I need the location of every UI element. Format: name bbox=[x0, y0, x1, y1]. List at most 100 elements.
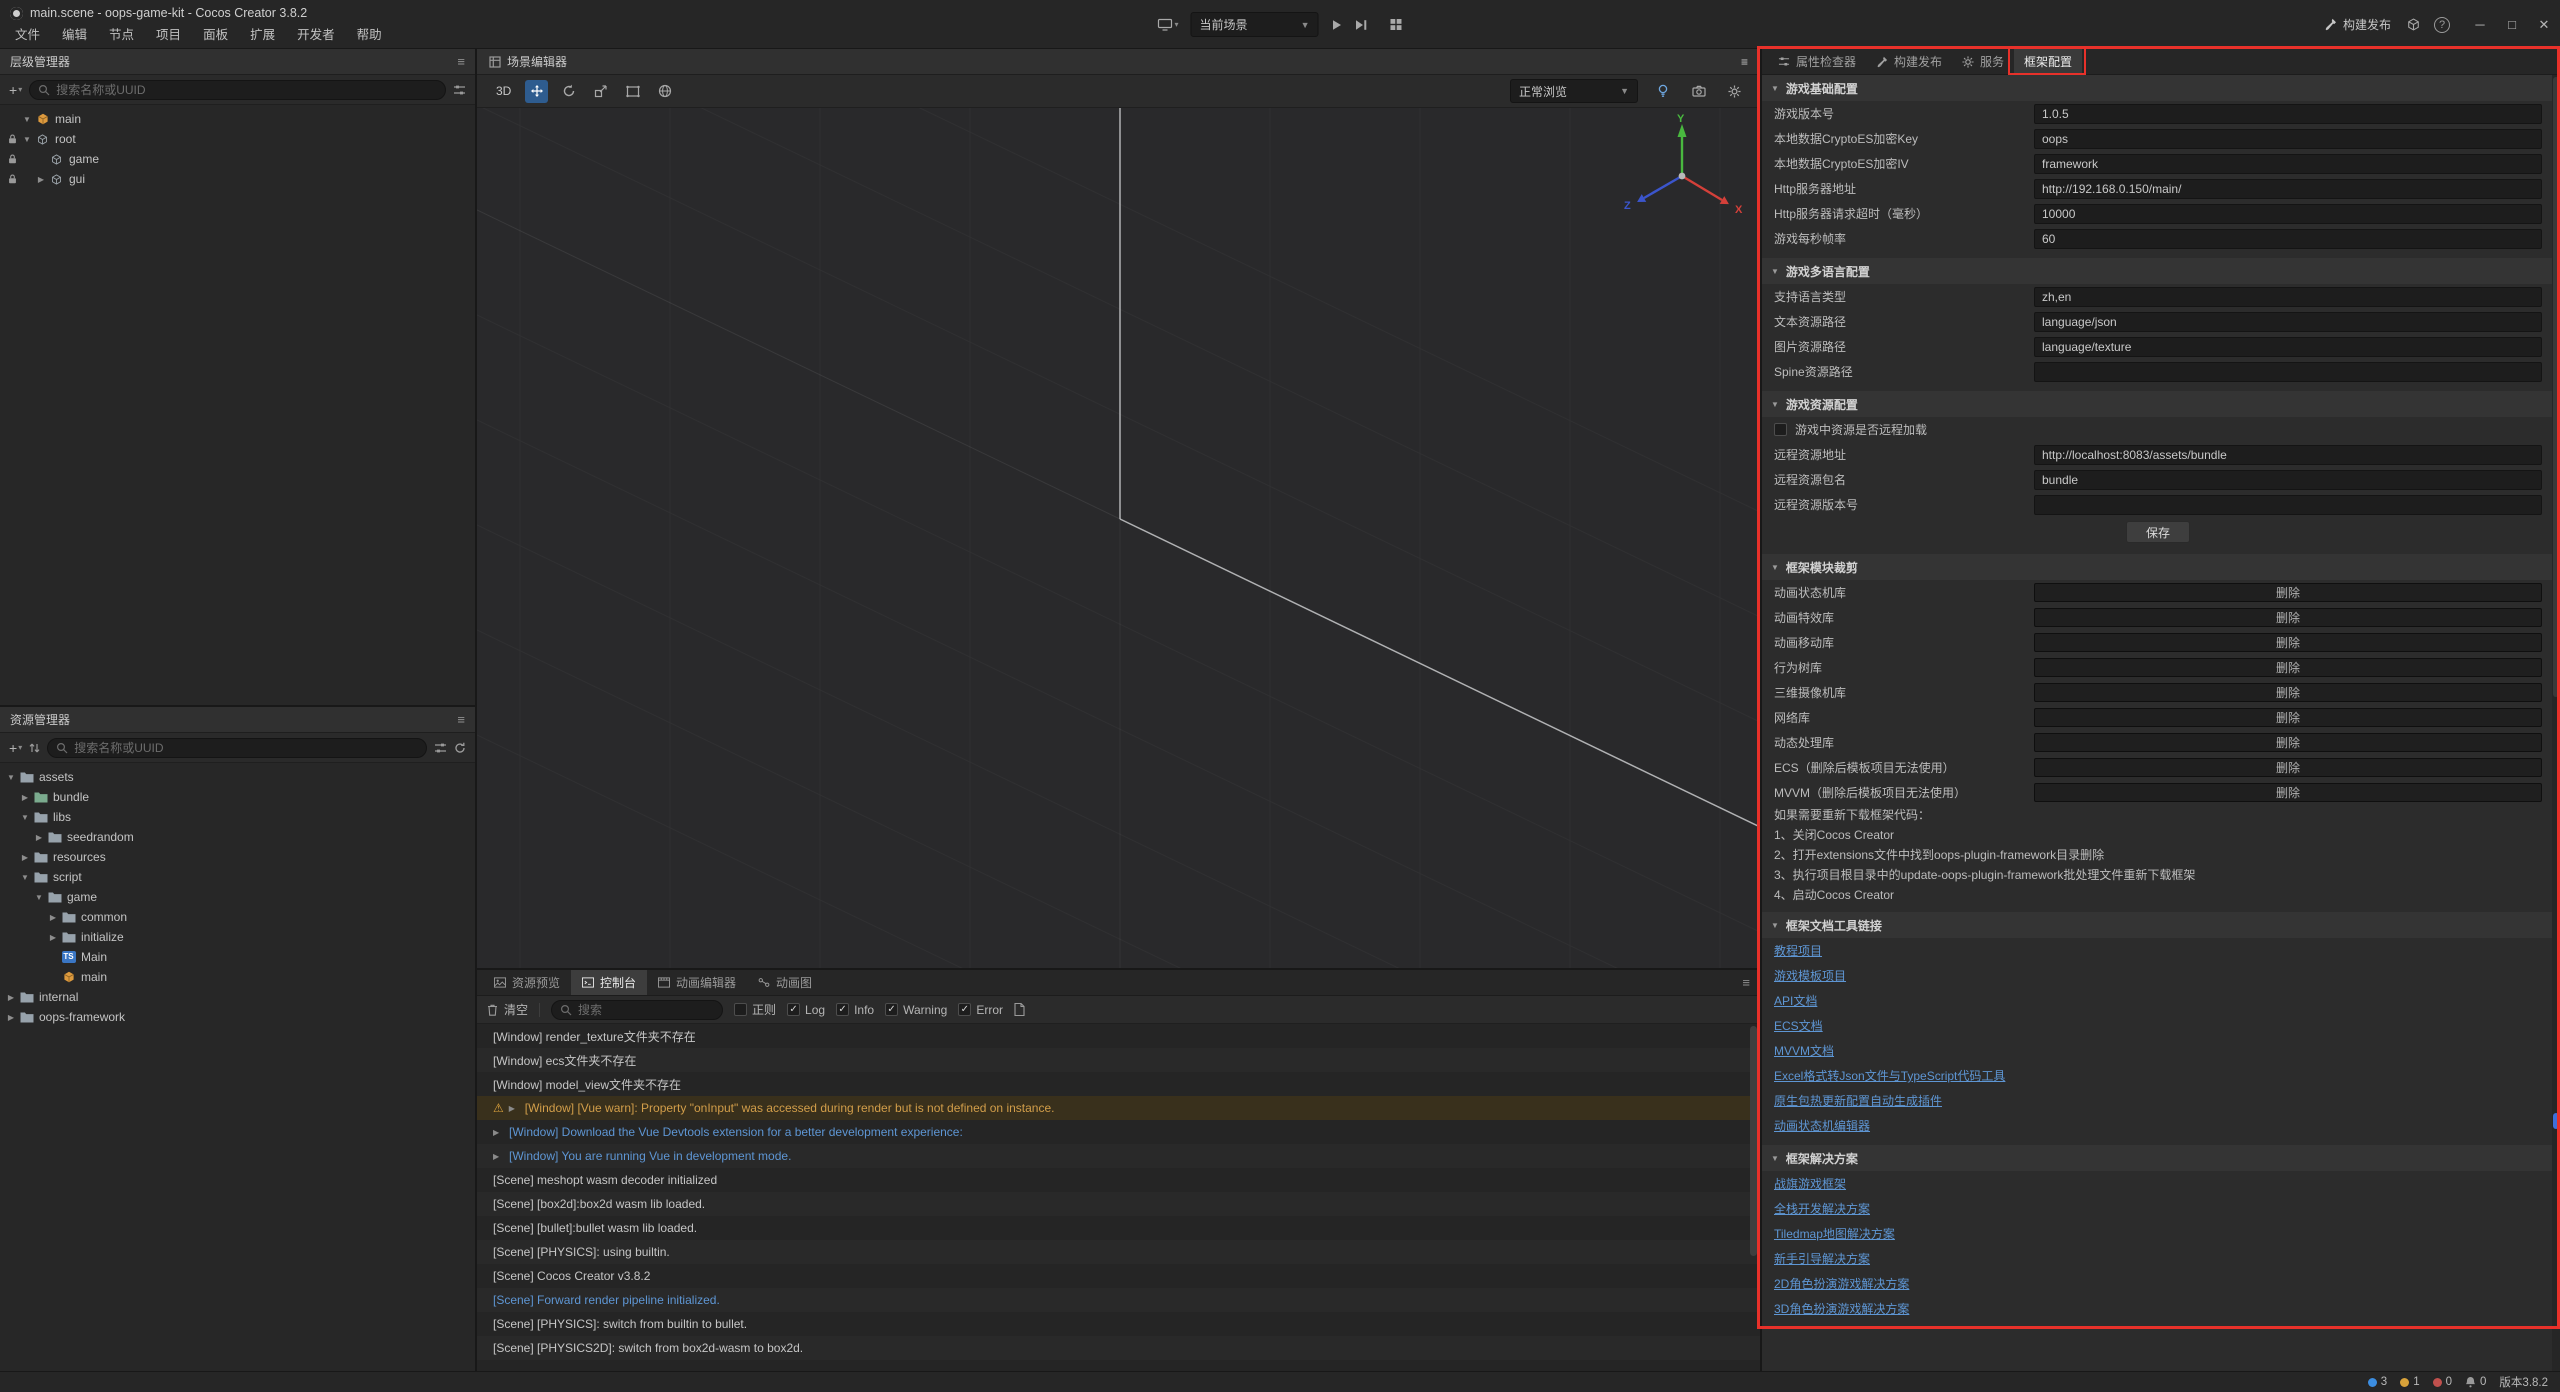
tree-row[interactable]: ▶gui bbox=[0, 169, 475, 189]
expand-arrow-icon[interactable]: ▼ bbox=[20, 135, 34, 144]
inspector-tab-0[interactable]: 属性检查器 bbox=[1768, 49, 1866, 74]
maximize-button[interactable]: □ bbox=[2496, 0, 2528, 49]
property-input[interactable] bbox=[2034, 470, 2542, 490]
section-header[interactable]: ▼框架解决方案 bbox=[1762, 1145, 2554, 1171]
log-row[interactable]: [Scene] [bullet]:bullet wasm lib loaded. bbox=[477, 1216, 1760, 1240]
gizmo-settings-button[interactable] bbox=[1723, 80, 1746, 103]
close-button[interactable]: ✕ bbox=[2528, 0, 2560, 49]
tree-row[interactable]: ▶initialize bbox=[0, 927, 475, 947]
expand-arrow-icon[interactable]: ▶ bbox=[4, 993, 18, 1002]
delete-module-button[interactable]: 删除 bbox=[2034, 683, 2542, 702]
create-asset-button[interactable]: +▾ bbox=[9, 740, 22, 756]
assets-search[interactable] bbox=[47, 738, 427, 758]
property-input[interactable] bbox=[2034, 362, 2542, 382]
menu-item-1[interactable]: 编辑 bbox=[51, 24, 98, 48]
section-header[interactable]: ▼游戏资源配置 bbox=[1762, 391, 2554, 417]
property-input[interactable] bbox=[2034, 129, 2542, 149]
axis-gizmo[interactable]: Y X Z bbox=[1607, 112, 1757, 232]
scrollbar-thumb[interactable] bbox=[2553, 77, 2559, 697]
expand-arrow-icon[interactable]: ▶ bbox=[34, 175, 48, 184]
tree-row[interactable]: ▼script bbox=[0, 867, 475, 887]
rotate-tool-button[interactable] bbox=[557, 80, 580, 103]
console-search-input[interactable] bbox=[578, 1003, 714, 1017]
doc-link[interactable]: 教程项目 bbox=[1774, 942, 1822, 959]
tree-row[interactable]: TSMain bbox=[0, 947, 475, 967]
log-row[interactable]: [Scene] [PHYSICS]: switch from builtin t… bbox=[477, 1312, 1760, 1336]
clear-console-button[interactable]: 清空 bbox=[487, 1001, 528, 1018]
expand-arrow-icon[interactable]: ▶ bbox=[18, 793, 32, 802]
doc-link[interactable]: ECS文档 bbox=[1774, 1017, 1823, 1034]
layout-grid-button[interactable] bbox=[1390, 18, 1403, 31]
doc-link[interactable]: 3D角色扮演游戏解决方案 bbox=[1774, 1300, 1909, 1317]
delete-module-button[interactable]: 删除 bbox=[2034, 658, 2542, 677]
doc-link[interactable]: Excel格式转Json文件与TypeScript代码工具 bbox=[1774, 1067, 2005, 1084]
expand-arrow-icon[interactable]: ▶ bbox=[18, 853, 32, 862]
scene-selector-dropdown[interactable]: 当前场景 ▼ bbox=[1191, 12, 1319, 37]
property-input[interactable] bbox=[2034, 154, 2542, 174]
inspector-scrollbar[interactable] bbox=[2552, 75, 2560, 1371]
menu-item-5[interactable]: 扩展 bbox=[239, 24, 286, 48]
dimension-toggle-button[interactable]: 3D bbox=[491, 82, 516, 100]
lighting-toggle-button[interactable] bbox=[1651, 80, 1674, 103]
console-scrollbar[interactable] bbox=[1749, 1024, 1758, 1373]
filter-icon[interactable] bbox=[453, 84, 466, 96]
section-header[interactable]: ▼框架模块裁剪 bbox=[1762, 554, 2554, 580]
export-log-icon[interactable] bbox=[1014, 1003, 1025, 1016]
info-count-badge[interactable]: 3 bbox=[2368, 1376, 2387, 1388]
doc-link[interactable]: 全栈开发解决方案 bbox=[1774, 1200, 1870, 1217]
expand-arrow-icon[interactable]: ▼ bbox=[18, 813, 32, 822]
step-button[interactable] bbox=[1355, 19, 1368, 31]
property-input[interactable] bbox=[2034, 104, 2542, 124]
camera-button[interactable] bbox=[1687, 80, 1710, 103]
expand-arrow-icon[interactable]: ▶ bbox=[493, 1152, 509, 1161]
tree-row[interactable]: ▼assets bbox=[0, 767, 475, 787]
filter-info[interactable]: ✓Info bbox=[836, 1003, 874, 1017]
delete-module-button[interactable]: 删除 bbox=[2034, 733, 2542, 752]
world-coordinate-button[interactable] bbox=[653, 80, 676, 103]
remote-load-checkbox[interactable] bbox=[1774, 423, 1787, 436]
panel-menu-icon[interactable]: ≡ bbox=[457, 54, 465, 69]
doc-link[interactable]: 动画状态机编辑器 bbox=[1774, 1117, 1870, 1134]
tree-row[interactable]: ▼libs bbox=[0, 807, 475, 827]
expand-arrow-icon[interactable]: ▶ bbox=[46, 913, 60, 922]
console-search[interactable] bbox=[551, 1000, 723, 1020]
panel-menu-icon[interactable]: ≡ bbox=[457, 712, 465, 727]
preview-device-button[interactable]: ▾ bbox=[1157, 18, 1178, 31]
log-row[interactable]: [Window] model_view文件夹不存在 bbox=[477, 1072, 1760, 1096]
filter-icon[interactable] bbox=[434, 742, 447, 754]
log-row[interactable]: ▶[Window] Download the Vue Devtools exte… bbox=[477, 1120, 1760, 1144]
property-input[interactable] bbox=[2034, 312, 2542, 332]
package-button[interactable] bbox=[2407, 18, 2420, 31]
warning-count-badge[interactable]: 1 bbox=[2400, 1376, 2419, 1388]
save-button[interactable]: 保存 bbox=[2126, 521, 2190, 543]
build-publish-button[interactable]: 构建发布 bbox=[2324, 16, 2391, 33]
menu-item-4[interactable]: 面板 bbox=[192, 24, 239, 48]
property-input[interactable] bbox=[2034, 445, 2542, 465]
tree-row[interactable]: ▶seedrandom bbox=[0, 827, 475, 847]
doc-link[interactable]: 游戏模板项目 bbox=[1774, 967, 1846, 984]
menu-item-0[interactable]: 文件 bbox=[4, 24, 51, 48]
doc-link[interactable]: 原生包热更新配置自动生成插件 bbox=[1774, 1092, 1942, 1109]
delete-module-button[interactable]: 删除 bbox=[2034, 783, 2542, 802]
error-count-badge[interactable]: 0 bbox=[2433, 1376, 2452, 1388]
console-tab-3[interactable]: 动画图 bbox=[747, 970, 823, 995]
tree-row[interactable]: ▼game bbox=[0, 887, 475, 907]
help-button[interactable]: ? bbox=[2434, 17, 2450, 33]
log-row[interactable]: [Window] render_texture文件夹不存在 bbox=[477, 1024, 1760, 1048]
property-input[interactable] bbox=[2034, 204, 2542, 224]
log-row[interactable]: [Scene] Cocos Creator v3.8.2 bbox=[477, 1264, 1760, 1288]
tree-row[interactable]: ▶bundle bbox=[0, 787, 475, 807]
tree-row[interactable]: main bbox=[0, 967, 475, 987]
doc-link[interactable]: Tiledmap地图解决方案 bbox=[1774, 1225, 1895, 1242]
doc-link[interactable]: API文档 bbox=[1774, 992, 1817, 1009]
property-input[interactable] bbox=[2034, 495, 2542, 515]
expand-arrow-icon[interactable]: ▶ bbox=[493, 1128, 509, 1137]
expand-arrow-icon[interactable]: ▶ bbox=[509, 1104, 525, 1113]
tree-row[interactable]: ▶oops-framework bbox=[0, 1007, 475, 1027]
tree-row[interactable]: ▶common bbox=[0, 907, 475, 927]
expand-arrow-icon[interactable]: ▶ bbox=[46, 933, 60, 942]
property-input[interactable] bbox=[2034, 179, 2542, 199]
doc-link[interactable]: 战旗游戏框架 bbox=[1774, 1175, 1846, 1192]
property-input[interactable] bbox=[2034, 287, 2542, 307]
play-button[interactable] bbox=[1331, 19, 1343, 31]
